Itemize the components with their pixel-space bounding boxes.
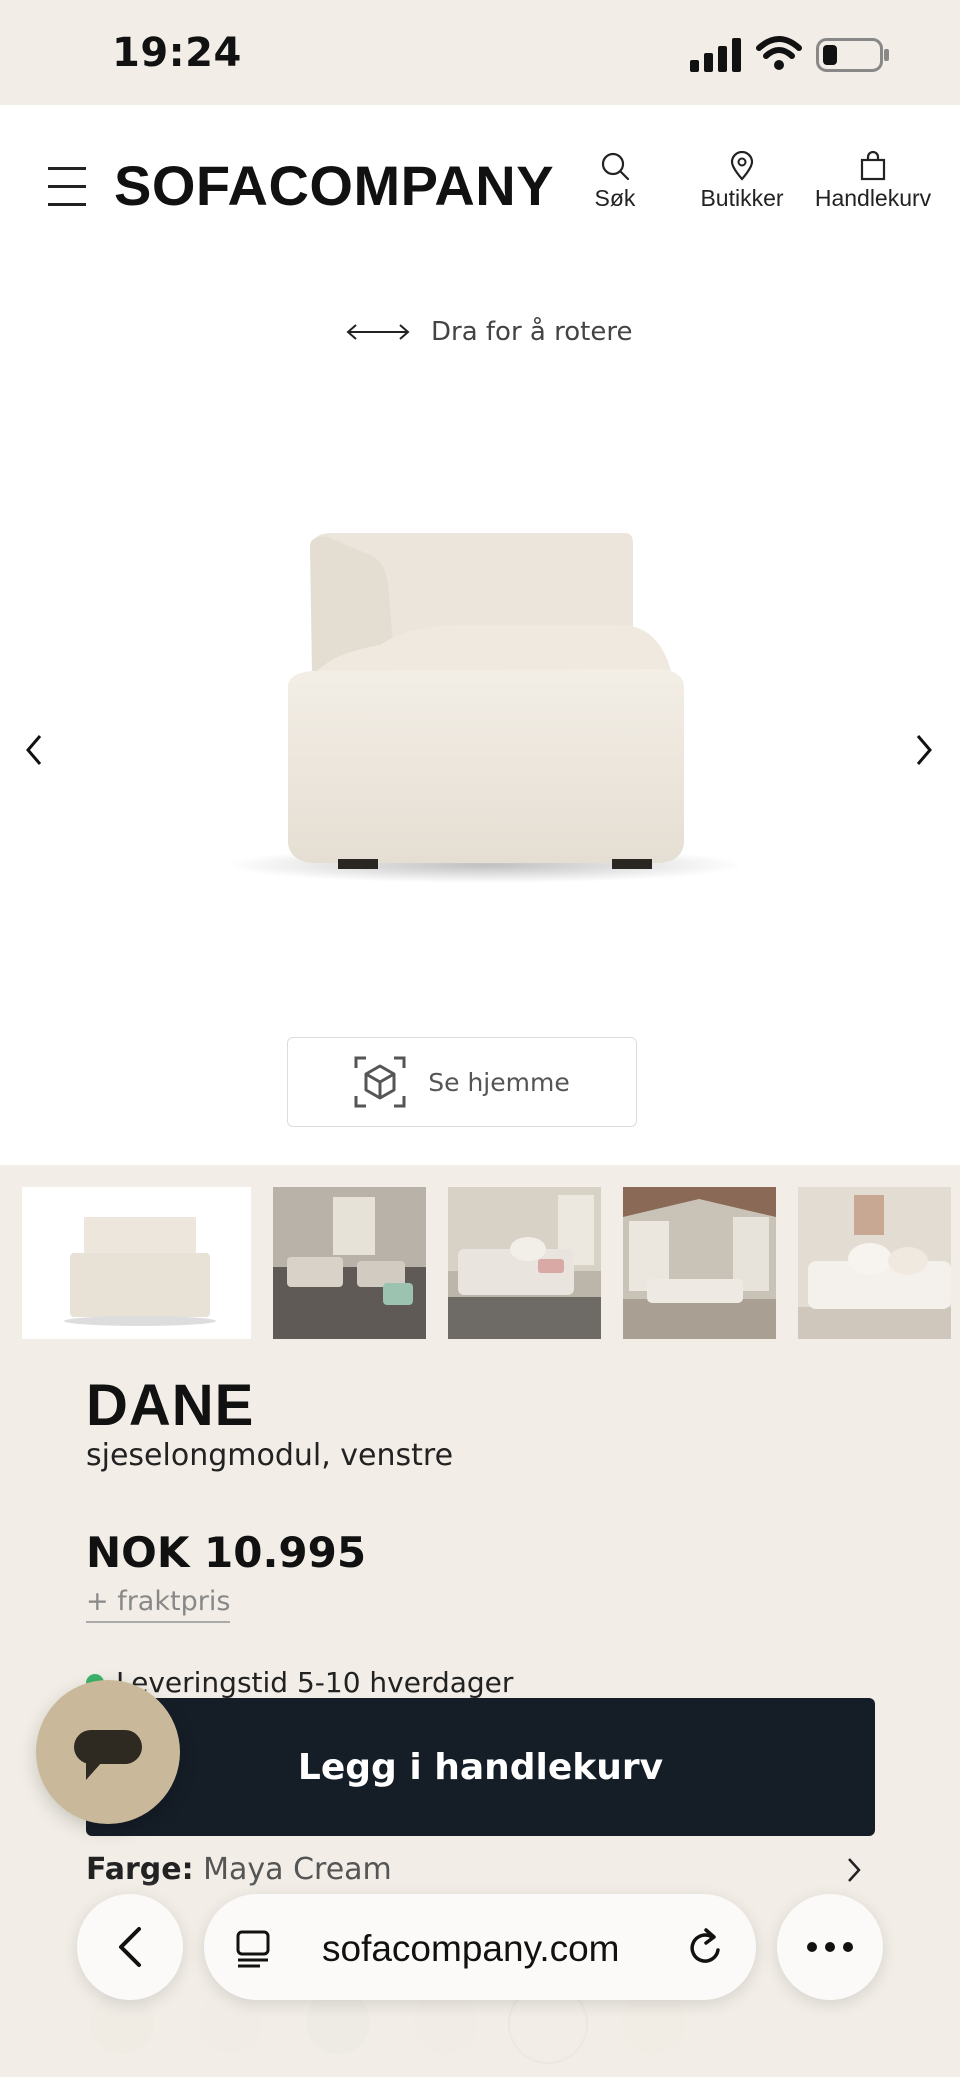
next-image-arrow-icon[interactable] xyxy=(910,730,938,770)
thumbnail-5[interactable] xyxy=(798,1187,951,1339)
thumbnail-2[interactable] xyxy=(273,1187,426,1339)
view-in-ar-button[interactable]: Se hjemme xyxy=(287,1037,637,1127)
site-header: SOFACOMPANY Søk Butikker Handlekurv xyxy=(0,105,960,255)
tabs-icon xyxy=(236,1930,270,1968)
horizontal-arrows-icon xyxy=(346,324,410,340)
ar-cube-icon xyxy=(354,1056,406,1108)
nav-cart-label: Handlekurv xyxy=(814,185,932,211)
thumbnail-5-image xyxy=(798,1195,951,1339)
thumbnail-3[interactable] xyxy=(448,1187,601,1339)
nav-cart[interactable]: Handlekurv xyxy=(808,151,938,212)
browser-url-bar[interactable]: sofacompany.com xyxy=(204,1894,756,2000)
chat-bubble-icon xyxy=(74,1730,142,1780)
chat-button[interactable] xyxy=(36,1680,180,1824)
hamburger-menu-icon[interactable] xyxy=(48,167,86,207)
rotate-hint-label: Dra for å rotere xyxy=(431,317,633,347)
status-bar: 19:24 xyxy=(0,0,960,105)
add-to-cart-button[interactable]: Legg i handlekurv xyxy=(86,1698,875,1836)
rotate-hint: Dra for å rotere xyxy=(345,317,632,347)
thumbnail-1-image xyxy=(64,1217,216,1326)
nav-search-label: Søk xyxy=(594,185,636,211)
previous-image-arrow-icon[interactable] xyxy=(20,730,48,770)
more-dots-icon xyxy=(807,1942,853,1952)
view-in-ar-label: Se hjemme xyxy=(428,1067,570,1097)
thumbnail-4[interactable] xyxy=(623,1187,776,1339)
cellular-signal-icon xyxy=(690,38,741,72)
product-image xyxy=(225,533,740,883)
wifi-icon xyxy=(756,36,802,70)
search-icon xyxy=(601,152,630,181)
thumbnail-2-image xyxy=(273,1187,426,1339)
product-name: DANE xyxy=(86,1373,255,1438)
thumbnail-3-image xyxy=(448,1187,601,1339)
location-pin-icon xyxy=(730,151,754,181)
nav-stores[interactable]: Butikker xyxy=(692,151,792,212)
chevron-left-icon xyxy=(119,1927,141,1967)
shipping-price-link[interactable]: + fraktpris xyxy=(86,1586,231,1623)
battery-icon xyxy=(816,38,889,72)
product-subtitle: sjeselongmodul, venstre xyxy=(86,1438,454,1473)
site-logo[interactable]: SOFACOMPANY xyxy=(114,153,554,218)
thumbnail-1[interactable] xyxy=(22,1187,251,1339)
status-time: 19:24 xyxy=(112,30,242,76)
thumbnail-4-image xyxy=(623,1187,776,1339)
thumbnail-strip xyxy=(0,1165,960,1345)
browser-back-button[interactable] xyxy=(77,1894,183,2000)
browser-url: sofacompany.com xyxy=(322,1928,620,1969)
nav-search[interactable]: Søk xyxy=(580,151,650,212)
nav-stores-label: Butikker xyxy=(700,185,784,211)
browser-more-button[interactable] xyxy=(777,1894,883,2000)
product-3d-viewer[interactable]: Dra for å rotere Se hjemme xyxy=(0,255,960,1165)
reload-icon[interactable] xyxy=(686,1926,726,1968)
shopping-bag-icon xyxy=(860,151,886,181)
product-price: NOK 10.995 xyxy=(86,1528,367,1577)
